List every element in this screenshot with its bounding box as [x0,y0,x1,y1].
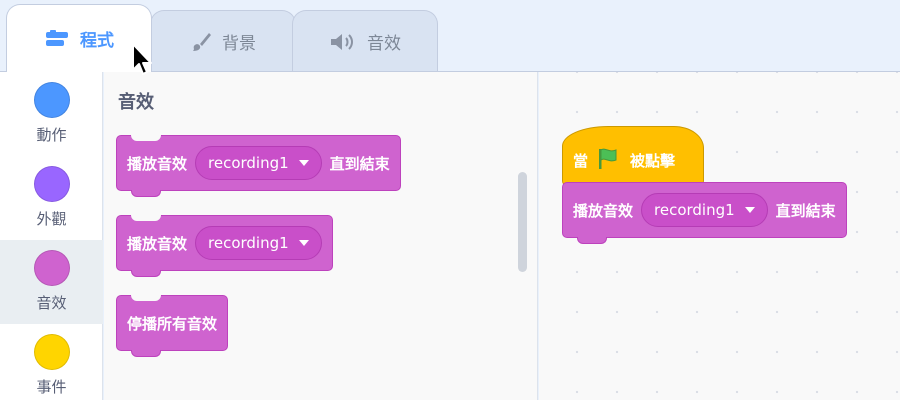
caret-down-icon [298,240,309,246]
block-notch-bottom [131,270,161,277]
sound-dropdown-value: recording1 [208,234,289,252]
category-looks-dot [33,166,70,202]
category-sound-dot [33,250,70,286]
block-text: 播放音效 [127,154,188,173]
block-notch-bottom [577,237,607,244]
sound-dropdown[interactable]: recording1 [641,193,768,227]
sound-dropdown[interactable]: recording1 [195,146,322,180]
when-flag-clicked-block[interactable]: 當 被點擊 [562,126,704,186]
category-motion[interactable]: 動作 [0,72,103,156]
tab-sounds[interactable]: 音效 [292,10,438,72]
script-block-play-sound-until-done[interactable]: 播放音效 recording1 直到結束 [562,182,847,244]
palette-scrollbar[interactable] [518,172,527,272]
block-notch-top [131,215,161,221]
block-notch-top [131,295,161,301]
block-notch-top [131,135,161,141]
palette-section-title: 音效 [118,92,154,113]
category-looks-label: 外觀 [36,210,67,228]
hat-prefix: 當 [573,152,589,170]
block-text: 停播所有音效 [127,314,218,333]
sound-dropdown-value: recording1 [208,154,289,172]
block-palette: 音效 播放音效 recording1 直到結束 播放音效 recording1 … [104,72,538,400]
sound-dropdown-value: recording1 [654,201,735,219]
block-notch-bottom [131,350,161,357]
category-sound-label: 音效 [36,294,67,312]
tab-backdrops[interactable]: 背景 [150,10,296,72]
code-icon [44,29,70,49]
category-events-label: 事件 [36,378,67,396]
tab-sounds-label: 音效 [367,34,401,54]
green-flag-icon [596,147,622,171]
category-events-dot [33,334,70,370]
hat-suffix: 被點擊 [630,152,676,170]
tab-code-label: 程式 [80,31,114,51]
script-area[interactable]: 當 被點擊 播放音效 recording1 直到結束 [539,72,900,400]
block-play-sound-until-done[interactable]: 播放音效 recording1 直到結束 [116,135,401,197]
paintbrush-icon [190,31,212,53]
category-events[interactable]: 事件 [0,324,103,400]
category-motion-label: 動作 [36,126,67,144]
caret-down-icon [298,160,309,166]
block-stop-all-sounds[interactable]: 停播所有音效 [116,295,229,357]
block-text: 播放音效 [573,201,634,220]
block-start-sound[interactable]: 播放音效 recording1 [116,215,333,277]
tab-backdrops-label: 背景 [222,34,256,54]
block-suffix: 直到結束 [775,201,836,220]
category-looks[interactable]: 外觀 [0,156,103,240]
block-text: 播放音效 [127,234,188,253]
category-motion-dot [33,82,70,118]
block-notch-bottom [131,190,161,197]
block-suffix: 直到結束 [329,154,390,173]
category-menu: 動作 外觀 音效 事件 [0,72,103,400]
caret-down-icon [744,207,755,213]
sound-dropdown[interactable]: recording1 [195,226,322,260]
category-sound[interactable]: 音效 [0,240,103,324]
mouse-cursor-icon [131,42,155,82]
speaker-icon [329,31,357,53]
